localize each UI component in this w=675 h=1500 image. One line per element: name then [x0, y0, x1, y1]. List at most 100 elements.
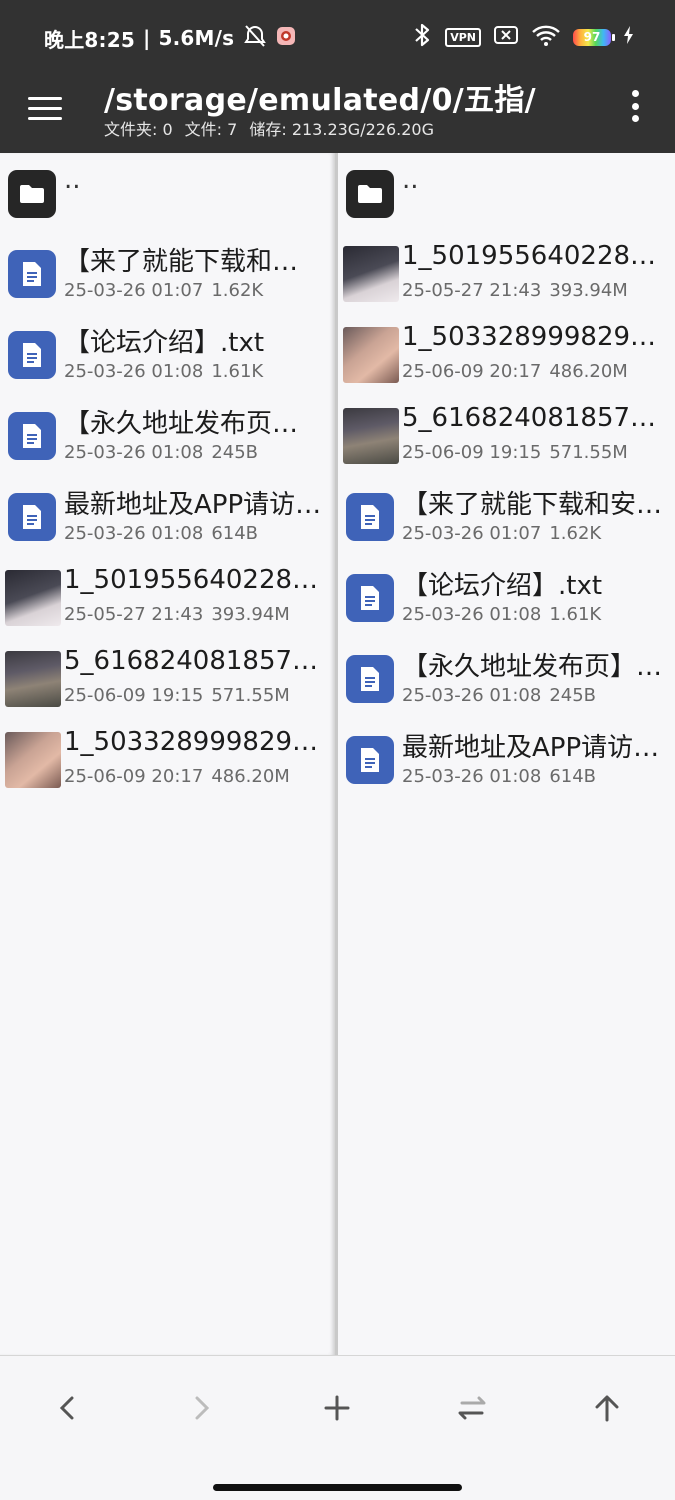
file-row[interactable]: 1_501955640228.mp4 25-05-27 21:43 393.94… — [0, 558, 335, 639]
forward-icon — [192, 1394, 212, 1426]
bluetooth-icon — [411, 22, 433, 52]
file-size: 1.61K — [549, 604, 602, 625]
more-options-button[interactable] — [623, 90, 647, 122]
file-name: 最新地址及APP请访问.txt — [402, 733, 663, 763]
back-button[interactable] — [37, 1380, 97, 1440]
file-date: 25-03-26 01:07 — [402, 523, 542, 544]
video-thumbnail — [343, 408, 399, 464]
parent-directory-row[interactable]: .. — [0, 153, 335, 234]
file-count: 文件: 7 — [184, 120, 238, 139]
file-row[interactable]: 最新地址及APP请访问.txt 25-03-26 01:08 614B — [0, 477, 335, 558]
text-file-icon — [346, 655, 394, 703]
file-name: 【来了就能下载和安装】.txt — [402, 490, 663, 520]
file-row[interactable]: 1_503328999829.mp4 25-06-09 20:17 486.20… — [338, 315, 675, 396]
video-thumbnail — [5, 570, 61, 626]
file-size: 393.94M — [211, 604, 290, 625]
file-row[interactable]: 【论坛介绍】.txt 25-03-26 01:08 1.61K — [0, 315, 335, 396]
file-date: 25-06-09 19:15 — [64, 685, 204, 706]
app-toolbar: /storage/emulated/0/五指/ 文件夹: 0 文件: 7 储存:… — [0, 72, 675, 153]
file-row[interactable]: 【永久地址发布页】.txt 25-03-26 01:08 245B — [338, 639, 675, 720]
file-row[interactable]: 【论坛介绍】.txt 25-03-26 01:08 1.61K — [338, 558, 675, 639]
status-separator: | — [142, 26, 151, 50]
file-size: 571.55M — [549, 442, 628, 463]
status-bar: 晚上8:25 | 5.6M/s VPN 97 — [0, 0, 675, 72]
file-size: 1.61K — [211, 361, 264, 382]
add-button[interactable] — [307, 1380, 367, 1440]
storage-usage: 储存: 213.23G/226.20G — [249, 120, 434, 139]
right-file-pane[interactable]: .. 1_501955640228.mp4 25-05-27 21:43 393… — [338, 153, 675, 1355]
file-meta: 25-03-26 01:07 1.62K — [402, 523, 601, 544]
video-thumbnail — [343, 246, 399, 302]
file-meta: 25-03-26 01:08 614B — [402, 766, 596, 787]
parent-directory-label: .. — [402, 165, 419, 195]
no-sim-icon — [493, 24, 519, 50]
file-date: 25-03-26 01:08 — [402, 604, 542, 625]
parent-directory-row[interactable]: .. — [338, 153, 675, 234]
up-directory-button[interactable] — [577, 1380, 637, 1440]
file-size: 571.55M — [211, 685, 290, 706]
file-name: 5_616824081857.mp4 — [402, 403, 663, 433]
file-meta: 25-03-26 01:08 614B — [64, 523, 258, 544]
file-row[interactable]: 【来了就能下载和安装】.txt 25-03-26 01:07 1.62K — [338, 477, 675, 558]
home-indicator[interactable] — [213, 1484, 462, 1491]
back-icon — [57, 1394, 77, 1426]
file-row[interactable]: 5_616824081857.mp4 25-06-09 19:15 571.55… — [0, 639, 335, 720]
status-left: 晚上8:25 | 5.6M/s — [44, 24, 296, 52]
left-file-pane[interactable]: .. 【来了就能下载和安装】.txt 25-03-26 01:07 1.62K … — [0, 153, 335, 1355]
file-row[interactable]: 【来了就能下载和安装】.txt 25-03-26 01:07 1.62K — [0, 234, 335, 315]
file-date: 25-03-26 01:08 — [64, 523, 204, 544]
file-meta: 25-05-27 21:43 393.94M — [402, 280, 628, 301]
folder-count: 文件夹: 0 — [104, 120, 173, 139]
file-date: 25-06-09 20:17 — [402, 361, 542, 382]
parent-directory-label: .. — [64, 165, 81, 195]
text-file-icon — [8, 493, 56, 541]
file-size: 1.62K — [211, 280, 264, 301]
file-row[interactable]: 【永久地址发布页】.txt 25-03-26 01:08 245B — [0, 396, 335, 477]
file-row[interactable]: 1_501955640228.mp4 25-05-27 21:43 393.94… — [338, 234, 675, 315]
forward-button[interactable] — [172, 1380, 232, 1440]
file-date: 25-05-27 21:43 — [64, 604, 204, 625]
file-name: 1_503328999829.mp4 — [402, 322, 663, 352]
file-size: 614B — [549, 766, 597, 787]
menu-button[interactable] — [28, 90, 68, 126]
wifi-icon — [531, 23, 561, 51]
bottom-navigation-bar — [0, 1355, 675, 1500]
more-dot — [631, 102, 639, 110]
video-thumbnail — [5, 651, 61, 707]
file-name: 【永久地址发布页】.txt — [402, 652, 663, 682]
current-path: /storage/emulated/0/五指/ — [104, 83, 536, 118]
file-meta: 25-03-26 01:08 1.61K — [64, 361, 263, 382]
app-notification-icon — [276, 26, 296, 51]
file-name: 1_501955640228.mp4 — [402, 241, 663, 271]
file-date: 25-03-26 01:08 — [402, 766, 542, 787]
file-name: 最新地址及APP请访问.txt — [64, 490, 323, 520]
file-meta: 25-03-26 01:07 1.62K — [64, 280, 263, 301]
text-file-icon — [346, 574, 394, 622]
status-network-speed: 5.6M/s — [158, 26, 235, 50]
file-meta: 25-05-27 21:43 393.94M — [64, 604, 290, 625]
hamburger-icon-line — [28, 116, 62, 120]
video-thumbnail — [343, 327, 399, 383]
text-file-icon — [8, 412, 56, 460]
file-name: 5_616824081857.mp4 — [64, 646, 323, 676]
file-row[interactable]: 最新地址及APP请访问.txt 25-03-26 01:08 614B — [338, 720, 675, 801]
file-name: 【永久地址发布页】.txt — [64, 409, 323, 439]
alarm-off-icon — [242, 24, 268, 53]
file-meta: 25-03-26 01:08 245B — [64, 442, 258, 463]
file-size: 245B — [211, 442, 259, 463]
file-meta: 25-06-09 20:17 486.20M — [402, 361, 628, 382]
hamburger-icon-line — [28, 106, 62, 110]
file-meta: 25-06-09 19:15 571.55M — [402, 442, 628, 463]
swap-panes-button[interactable] — [442, 1380, 502, 1440]
charging-icon — [623, 25, 635, 49]
file-row[interactable]: 1_503328999829.mp4 25-06-09 20:17 486.20… — [0, 720, 335, 801]
text-file-icon — [8, 250, 56, 298]
file-date: 25-03-26 01:08 — [64, 442, 204, 463]
file-size: 393.94M — [549, 280, 628, 301]
file-size: 245B — [549, 685, 597, 706]
file-row[interactable]: 5_616824081857.mp4 25-06-09 19:15 571.55… — [338, 396, 675, 477]
file-date: 25-06-09 19:15 — [402, 442, 542, 463]
file-date: 25-03-26 01:08 — [402, 685, 542, 706]
file-meta: 25-03-26 01:08 245B — [402, 685, 596, 706]
more-dot — [631, 115, 639, 122]
